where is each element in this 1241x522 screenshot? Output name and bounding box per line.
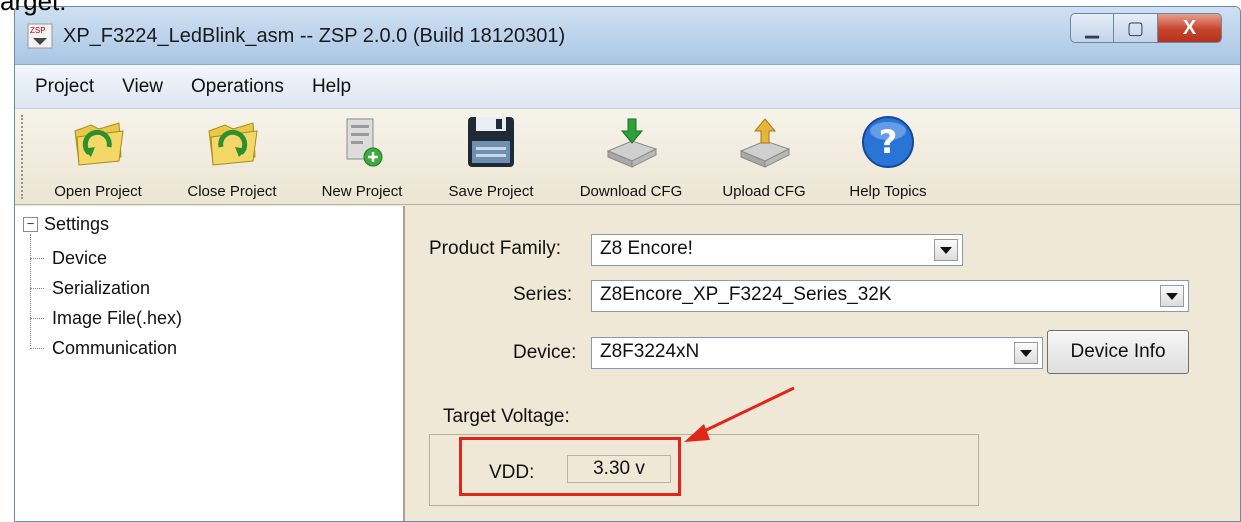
toolbar: Open Project Close Project New Project S…	[15, 109, 1240, 205]
open-project-button[interactable]: Open Project	[33, 109, 163, 201]
title-bar[interactable]: ZSP XP_F3224_LedBlink_asm -- ZSP 2.0.0 (…	[15, 7, 1240, 65]
download-cfg-label: Download CFG	[579, 183, 683, 200]
menu-view[interactable]: View	[122, 76, 177, 98]
product-family-label: Product Family:	[429, 238, 561, 259]
new-project-button[interactable]: New Project	[301, 109, 423, 201]
help-topics-button[interactable]: ? Help Topics	[825, 109, 951, 201]
minimize-button[interactable]: ▁	[1070, 13, 1114, 43]
target-voltage-label: Target Voltage:	[443, 406, 570, 427]
help-icon: ?	[862, 116, 914, 168]
tree-node-serialization[interactable]: Serialization	[30, 278, 150, 299]
upload-cfg-button[interactable]: Upload CFG	[703, 109, 825, 201]
partial-heading-text: arget:	[0, 0, 67, 16]
open-project-label: Open Project	[54, 183, 142, 200]
svg-text:?: ?	[879, 123, 898, 161]
menu-help[interactable]: Help	[312, 76, 365, 98]
product-family-value: Z8 Encore!	[600, 238, 693, 259]
menu-bar: Project View Operations Help	[15, 65, 1240, 109]
new-project-label: New Project	[321, 183, 403, 200]
series-value: Z8Encore_XP_F3224_Series_32K	[600, 284, 892, 305]
toolbar-grip[interactable]	[21, 115, 29, 199]
download-cfg-icon	[606, 118, 658, 168]
chevron-down-icon[interactable]	[1014, 342, 1038, 364]
save-project-button[interactable]: Save Project	[423, 109, 559, 201]
chevron-down-icon[interactable]	[934, 239, 958, 261]
upload-cfg-icon	[739, 118, 791, 168]
device-select[interactable]: Z8F3224xN	[591, 337, 1043, 369]
close-button[interactable]: X	[1158, 13, 1222, 43]
series-label: Series:	[513, 284, 573, 305]
annotation-highlight-box	[459, 437, 681, 496]
tree-node-device[interactable]: Device	[30, 248, 107, 269]
tree-node-settings[interactable]: − Settings	[23, 214, 109, 235]
window-title: XP_F3224_LedBlink_asm -- ZSP 2.0.0 (Buil…	[63, 25, 566, 47]
tree-node-image-file[interactable]: Image File(.hex)	[30, 308, 182, 329]
device-value: Z8F3224xN	[600, 341, 700, 362]
device-info-button[interactable]: Device Info	[1047, 330, 1189, 374]
new-document-icon	[346, 118, 383, 167]
zsp-app-icon: ZSP	[27, 23, 53, 49]
folder-close-icon	[208, 122, 258, 166]
upload-cfg-label: Upload CFG	[722, 183, 806, 200]
product-family-select[interactable]: Z8 Encore!	[591, 234, 963, 266]
menu-operations[interactable]: Operations	[191, 76, 298, 98]
device-label: Device:	[513, 342, 577, 363]
folder-open-icon	[74, 122, 124, 166]
annotation-arrow-icon	[684, 386, 795, 442]
window-controls: ▁ ▢ X	[1070, 13, 1222, 43]
svg-text:ZSP: ZSP	[30, 26, 46, 35]
menu-project[interactable]: Project	[35, 76, 108, 98]
help-topics-label: Help Topics	[849, 183, 927, 200]
close-project-label: Close Project	[187, 183, 277, 200]
tree-node-settings-label: Settings	[44, 214, 110, 234]
close-project-button[interactable]: Close Project	[163, 109, 301, 201]
settings-tree: − Settings Device Serialization Image Fi…	[15, 206, 405, 521]
floppy-disk-icon	[468, 117, 514, 167]
maximize-button[interactable]: ▢	[1114, 13, 1158, 43]
collapse-icon[interactable]: −	[23, 217, 38, 232]
tree-node-communication[interactable]: Communication	[30, 338, 177, 359]
save-project-label: Save Project	[448, 183, 534, 200]
series-select[interactable]: Z8Encore_XP_F3224_Series_32K	[591, 280, 1189, 312]
chevron-down-icon[interactable]	[1160, 285, 1184, 307]
download-cfg-button[interactable]: Download CFG	[559, 109, 703, 201]
